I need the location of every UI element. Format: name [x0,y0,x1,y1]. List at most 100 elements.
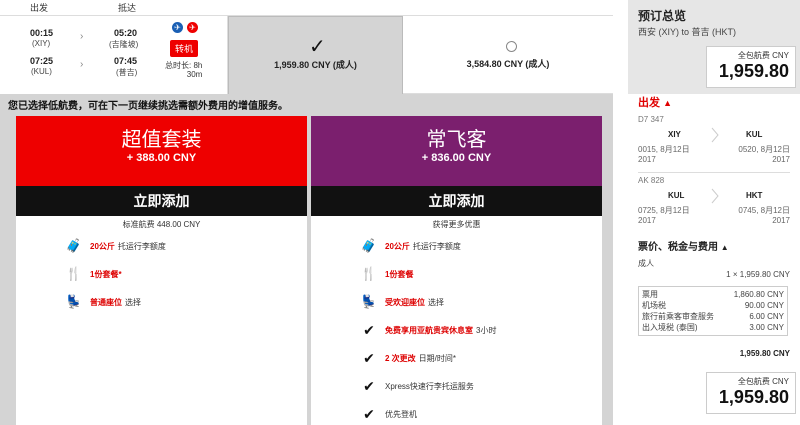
feature-highlight: 免费享用亚航贵宾休息室 [385,326,473,335]
feature-item: 🍴 1份套餐* [64,266,125,282]
frequent-flyer-subtitle: 获得更多优惠 [432,220,481,229]
fees-section-toggle[interactable]: 票价、税金与费用 ▲ [638,238,729,253]
passenger-type: 成人 [638,259,654,268]
upsell-panel: 您已选择低航费，可在下一页继续挑选需额外费用的增值服务。 超值套装 + 388.… [0,94,613,425]
check-icon: ✔ [363,322,375,338]
airline-icon: ✈ [187,22,198,33]
fee-label: 出入境税 (泰国) [642,323,698,332]
fare-option-low[interactable]: ✓ 1,959.80 CNY (成人) [228,16,403,94]
segment-1-arrival-date: 0520, 8月12日 [738,145,790,154]
luggage-icon: 🧳 [65,238,83,253]
leg1-arrival-code: (吉隆坡) [109,40,139,49]
value-pack-add-button[interactable]: 立即添加 [16,186,307,216]
duration-minutes: 30m [186,70,203,79]
upsell-notice: 您已选择低航费，可在下一页继续挑选需额外费用的增值服务。 [8,101,288,112]
depart-section-toggle[interactable]: 出发 ▲ [638,94,672,110]
chevron-right-icon: › [80,59,84,70]
segment-1-departure: 0015, 8月12日 2017 [638,145,690,165]
fee-row: 机场税 90.00 CNY [642,300,784,311]
feature-item: 🍴 1份套餐 [359,266,416,282]
feature-item: 🧳 20公斤 托运行李额度 [359,238,461,254]
fees-section-label: 票价、税金与费用 [638,242,718,253]
frequent-flyer-card: 常飞客 + 836.00 CNY 立即添加 获得更多优惠 🧳 20公斤 托运行李额度… [311,116,602,425]
check-icon: ✓ [309,36,326,58]
total-price-box: 全包航费 CNY 1,959.80 [706,46,796,88]
segment-2-to: HKT [746,191,763,200]
flight-summary: 00:15 (XIY) › 05:20 (吉隆坡) 07:25 (KUL) › … [0,16,228,94]
summary-title: 预订总览 [638,9,687,23]
check-icon: ✔ [363,378,375,394]
segment-2-codes: KUL HKT [638,188,790,204]
feature-text: 日期/时间* [418,354,457,363]
transfer-button[interactable]: 转机 [170,40,199,57]
feature-highlight: 普通座位 [90,297,122,307]
feature-text: 优先登机 [385,410,417,419]
passenger-fare-line: 1 × 1,959.80 CNY [726,270,790,279]
segment-1-times: 0015, 8月12日 2017 0520, 8月12日 2017 [638,145,790,165]
feature-highlight: 20公斤 [90,241,115,251]
total-value: 1,959.80 [718,387,789,407]
segment-2-flight-number: AK 828 [638,176,665,185]
segment-2-times: 0725, 8月12日 2017 0745, 8月12日 2017 [638,206,790,226]
total-price-box-bottom: 全包航费 CNY 1,959.80 [706,372,796,414]
results-header: 出发 抵达 [0,0,613,16]
feature-item: ✔ Xpress快速行李托运服务 [359,378,474,395]
leg2-departure-time: 07:25 [30,56,54,66]
seat-icon: 💺 [65,294,83,309]
fee-value: 6.00 CNY [749,312,784,321]
chevron-right-icon [711,127,719,143]
segment-2-departure-year: 2017 [638,216,656,225]
segment-1-codes: XIY KUL [638,127,790,143]
feature-text: 托运行李额度 [412,241,461,251]
fare-option-premium[interactable]: 3,584.80 CNY (成人) [403,16,613,94]
segment-2-from: KUL [668,191,685,200]
depart-column-label: 出发 [30,3,49,13]
luggage-icon: 🧳 [360,238,378,253]
meal-icon: 🍴 [360,266,378,281]
segment-1-to: KUL [746,130,763,139]
segment-1-flight-number: D7 347 [638,115,664,124]
meal-icon: 🍴 [65,266,83,281]
feature-item: ✔ 免费享用亚航贵宾休息室 3小时 [359,322,496,339]
booking-summary: 预订总览 西安 (XIY) to 普吉 (HKT) 全包航费 CNY 1,959… [628,0,800,425]
fare-low-price: 1,959.80 CNY (成人) [274,60,357,70]
leg1-departure-time: 00:15 [30,28,54,38]
total-value: 1,959.80 [718,61,789,81]
feature-text: 选择 [428,297,444,307]
depart-section-label: 出发 [638,97,660,109]
fee-value: 1,860.80 CNY [733,290,784,299]
chevron-right-icon: › [80,31,84,42]
airline-icon: ✈ [172,22,183,33]
value-pack-subtitle: 标准航费 448.00 CNY [122,220,201,229]
segment-1-from: XIY [668,130,681,139]
feature-text: 3小时 [476,326,497,335]
total-duration: 总时长: 8h 30m [165,61,202,79]
segment-2-departure: 0725, 8月12日 2017 [638,206,690,226]
fee-value: 90.00 CNY [744,301,784,310]
segment-2: AK 828 KUL HKT 0725, 8月12日 2017 0745, 8月1… [638,176,790,226]
value-pack-price: + 388.00 CNY [126,152,197,164]
leg1-arrival-time: 05:20 [114,28,138,38]
segment-1-arrival: 0520, 8月12日 2017 [738,145,790,165]
total-label: 全包航费 CNY [737,51,789,60]
fee-row: 旅行前乘客审查服务 6.00 CNY [642,311,784,322]
feature-highlight: 受欢迎座位 [385,297,425,307]
feature-item: ✔ 优先登机 [359,406,417,423]
fee-label: 票用 [642,290,658,299]
fee-row: 票用 1,860.80 CNY [642,289,784,300]
segment-2-arrival: 0745, 8月12日 2017 [738,206,790,226]
segment-2-departure-date: 0725, 8月12日 [638,206,690,215]
feature-text: 托运行李额度 [117,241,166,251]
segment-1: D7 347 XIY KUL 0015, 8月12日 2017 0520, 8月1… [638,115,790,165]
leg2-departure-code: (KUL) [31,67,52,76]
segment-1-departure-year: 2017 [638,155,656,164]
caret-up-icon: ▲ [720,243,729,252]
fare-radio[interactable] [506,41,517,52]
frequent-flyer-price: + 836.00 CNY [421,152,492,164]
frequent-flyer-add-button[interactable]: 立即添加 [311,186,602,216]
fees-total: 1,959.80 CNY [739,349,790,358]
divider [638,172,790,173]
segment-1-arrival-year: 2017 [772,155,790,164]
feature-highlight: 1份套餐* [90,269,122,279]
summary-top: 预订总览 西安 (XIY) to 普吉 (HKT) 全包航费 CNY 1,959… [628,0,800,94]
